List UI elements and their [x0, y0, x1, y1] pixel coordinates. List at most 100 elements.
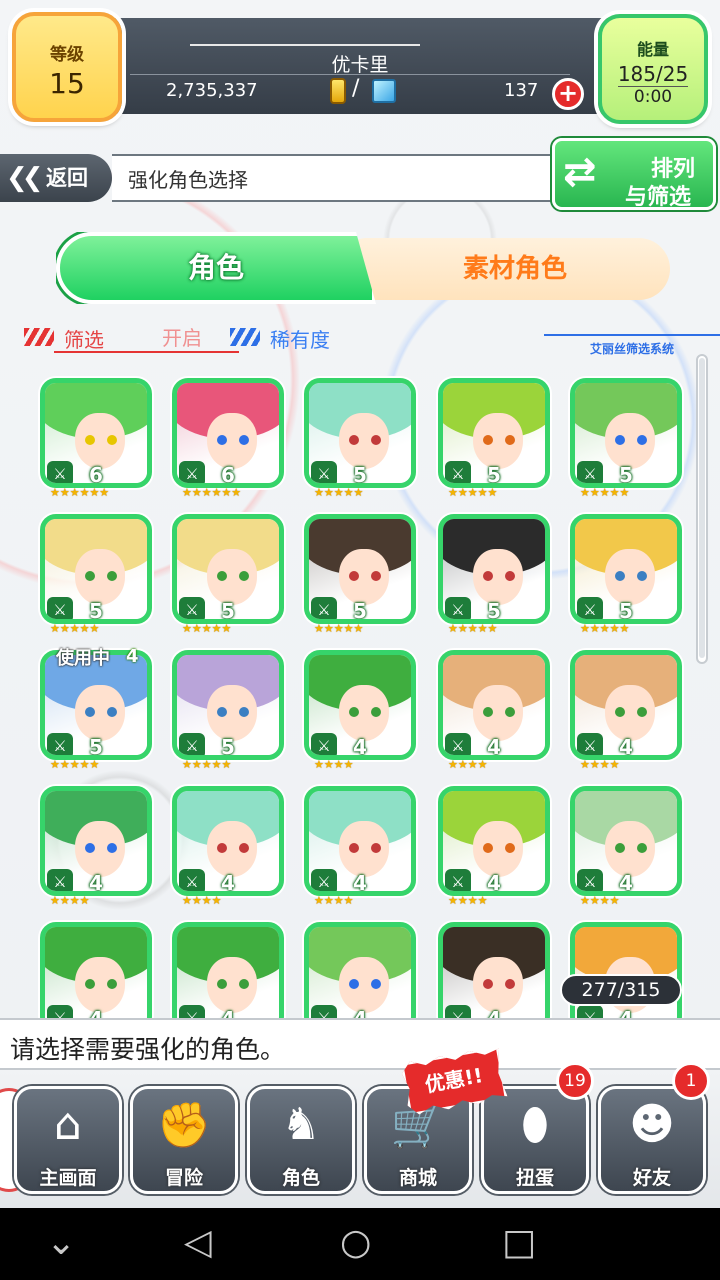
attack-type-icon: ⚔ [47, 733, 73, 755]
character-card[interactable]: ⚔ 6 ★★★★★★ [172, 372, 284, 502]
character-face [339, 957, 389, 1013]
filter-state[interactable]: 开启 [162, 322, 202, 351]
character-portrait: ⚔ 5 [438, 378, 550, 488]
character-eye [615, 707, 625, 717]
character-face [207, 413, 257, 469]
attack-type-icon: ⚔ [179, 597, 205, 619]
rarity-stars: ★★★★ [314, 894, 354, 907]
character-eye [349, 571, 359, 581]
character-card[interactable]: 使用中 4 ⚔ 5 ★★★★★ [40, 644, 152, 774]
attack-type-icon: ⚔ [311, 869, 337, 891]
character-eye [615, 843, 625, 853]
character-eye [107, 435, 117, 445]
attack-type-icon: ⚔ [47, 1005, 73, 1018]
hide-keyboard-icon[interactable]: ⌄ [46, 1222, 76, 1263]
character-card[interactable]: ⚔4★★★★ [304, 916, 416, 1018]
character-card[interactable]: ⚔ 5 ★★★★★ [438, 372, 550, 502]
character-card[interactable]: ⚔4★★★★ [172, 916, 284, 1018]
recent-apps-icon[interactable]: □ [502, 1222, 536, 1263]
rarity-stars: ★★★★★ [448, 622, 498, 635]
character-portrait: ⚔ 5 [304, 514, 416, 624]
nav-gacha-button[interactable]: ⬮ 扭蛋 [481, 1086, 589, 1194]
back-triangle-icon[interactable]: ◁ [184, 1222, 212, 1263]
character-card[interactable]: ⚔4★★★★ [438, 780, 550, 910]
character-eye [483, 707, 493, 717]
character-face [207, 957, 257, 1013]
character-eye [483, 571, 493, 581]
filter-stripe [24, 328, 54, 346]
character-card[interactable]: ⚔ 5 ★★★★★ [570, 508, 682, 638]
character-eye [615, 435, 625, 445]
rarity-stars: ★★★★ [448, 894, 488, 907]
character-card[interactable]: ⚔ 4★★★★ [570, 644, 682, 774]
bunny-sort-icon: ⇄ [563, 149, 597, 195]
character-grid: ⚔ 6 ★★★★★★ ⚔ 6 ★★★★★★ ⚔ 5 ★★★★★ ⚔ 5 ★★★★★ ⚔ 5 ★★★★★ ⚔ 5 ★… [0, 368, 720, 1018]
character-card[interactable]: ⚔4★★★★ [304, 780, 416, 910]
character-card[interactable]: ⚔4★★★★ [438, 644, 550, 774]
character-face [75, 685, 125, 741]
character-card[interactable]: ⚔ 5 ★★★★★ [438, 508, 550, 638]
player-panel: 优卡里 2,735,337 / 137 + [100, 18, 620, 114]
character-card[interactable]: ⚔ 5 ★★★★★ [570, 372, 682, 502]
character-card[interactable]: ⚔ 5 ★★★★★ [172, 508, 284, 638]
home-circle-icon[interactable]: ○ [340, 1222, 371, 1263]
character-card[interactable]: ⚔4★★★★ [40, 780, 152, 910]
rarity-number: 6 [89, 463, 103, 487]
buy-gems-button[interactable]: + [552, 78, 584, 110]
character-card[interactable]: ⚔ 5 ★★★★★ [40, 508, 152, 638]
character-card[interactable]: ⚔4★★★★ [172, 780, 284, 910]
energy-badge[interactable]: 能量 185/25 0:00 [598, 14, 708, 124]
attack-type-icon: ⚔ [311, 733, 337, 755]
character-eye [371, 571, 381, 581]
character-portrait: ⚔ 6 [40, 378, 152, 488]
rarity-number: 4 [619, 871, 633, 895]
rarity-stars: ★★★★ [580, 758, 620, 771]
character-card[interactable]: ⚔ 6 ★★★★★★ [40, 372, 152, 502]
character-portrait: ⚔ 5 [438, 514, 550, 624]
character-face [605, 413, 655, 469]
character-card[interactable]: ⚔ 5 ★★★★★ [172, 644, 284, 774]
character-card[interactable]: ⚔4★★★★ [304, 644, 416, 774]
character-card[interactable]: ⚔ 5 ★★★★★ [304, 508, 416, 638]
attack-type-icon: ⚔ [577, 869, 603, 891]
scrollbar-thumb[interactable] [699, 358, 705, 658]
rarity-number: 4 [619, 735, 633, 759]
rarity-stars: ★★★★★ [182, 758, 232, 771]
attack-type-icon: ⚔ [577, 461, 603, 483]
character-card[interactable]: ⚔4★★★★ [570, 780, 682, 910]
energy-value: 185/25 [617, 62, 689, 86]
nav-home-button[interactable]: ⌂ 主画面 [14, 1086, 122, 1194]
character-face [207, 821, 257, 877]
character-eye [615, 571, 625, 581]
character-card[interactable]: ⚔ 5 ★★★★★ [304, 372, 416, 502]
character-card[interactable]: ⚔4★★★★ [438, 916, 550, 1018]
character-face [339, 685, 389, 741]
character-portrait: ⚔4 [438, 650, 550, 760]
scrollbar[interactable] [696, 354, 708, 664]
character-portrait: ⚔4 [172, 786, 284, 896]
rarity-sort-label[interactable]: 稀有度 [270, 324, 330, 353]
gold-amount: 2,735,337 [166, 80, 258, 101]
sort-filter-button[interactable]: ⇄ 排列 与筛选 [552, 138, 716, 210]
character-eye [637, 435, 647, 445]
back-button[interactable]: ❮❮ 返回 [0, 154, 112, 202]
rarity-stars: ★★★★ [182, 894, 222, 907]
nav-shop-label: 商城 [398, 1167, 437, 1189]
filter-system-label: 艾丽丝筛选系统 [590, 342, 675, 356]
filter-label[interactable]: 筛选 [64, 324, 104, 353]
nav-adventure-button[interactable]: ✊ 冒险 [130, 1086, 238, 1194]
character-face [75, 413, 125, 469]
character-eye [107, 843, 117, 853]
attack-type-icon: ⚔ [577, 733, 603, 755]
character-card[interactable]: ⚔4★★★★ [40, 916, 152, 1018]
character-eye [505, 843, 515, 853]
tab-material-characters[interactable]: 素材角色 [336, 238, 670, 300]
rarity-number: 5 [353, 599, 367, 623]
tab-characters[interactable]: 角色 [56, 232, 376, 304]
rarity-stars: ★★★★★ [50, 758, 100, 771]
nav-character-button[interactable]: ♞ 角色 [247, 1086, 355, 1194]
character-eye [483, 843, 493, 853]
character-eye [107, 979, 117, 989]
character-eye [371, 707, 381, 717]
nav-friends-button[interactable]: ☻ 好友 [598, 1086, 706, 1194]
